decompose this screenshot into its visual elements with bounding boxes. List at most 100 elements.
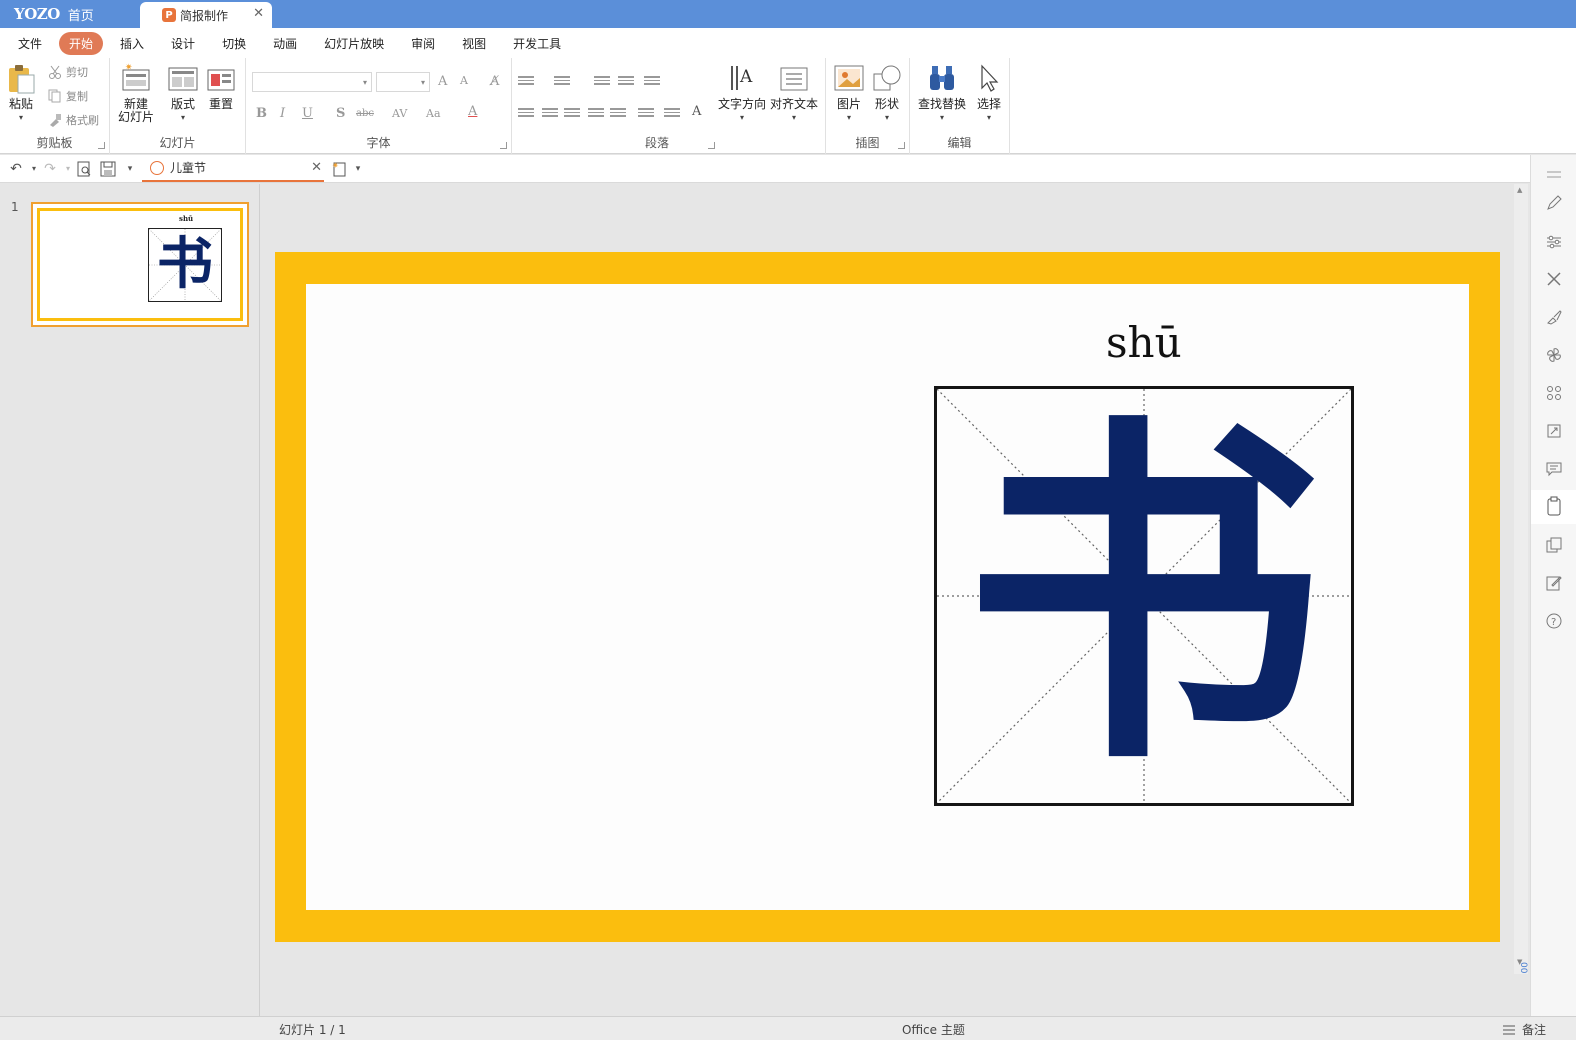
menu-view[interactable]: 视图 — [462, 33, 486, 54]
slide-thumbnail[interactable]: shū 书 — [31, 202, 249, 327]
copy-button[interactable]: 复制 — [48, 88, 88, 104]
char-spacing-button[interactable]: AV — [392, 107, 407, 120]
decrease-indent-icon[interactable] — [594, 76, 610, 88]
format-painter-button[interactable]: 格式刷 — [48, 112, 99, 128]
font-family-select[interactable]: ▾ — [252, 72, 372, 92]
shadow-button[interactable]: S — [336, 106, 345, 121]
columns-icon[interactable] — [638, 108, 654, 120]
underline-button[interactable]: U — [302, 106, 313, 121]
align-text-button[interactable]: 对齐文本 ▾ — [770, 62, 818, 124]
text-direction-button[interactable]: A 文字方向 ▾ — [718, 62, 766, 124]
select-label: 选择 — [976, 97, 1001, 111]
menu-design[interactable]: 设计 — [171, 33, 195, 54]
menu-developer[interactable]: 开发工具 — [513, 33, 561, 54]
close-icon[interactable]: ✕ — [253, 6, 264, 21]
layout-label: 版式 — [170, 97, 195, 111]
yozo-logo: YOZO — [14, 5, 60, 23]
italic-button[interactable]: I — [280, 106, 285, 121]
align-text-icon — [779, 62, 809, 94]
ribbon: 粘贴 ▾ 剪切 复制 格式刷 剪贴板 ✷ 新建 幻灯片 版式 ▾ 重置 幻灯片 … — [0, 58, 1576, 154]
text-effect-icon[interactable]: A — [692, 104, 701, 119]
binoculars-icon — [927, 62, 957, 94]
new-document-dropdown-icon[interactable]: ▾ — [350, 161, 366, 177]
clipboard-launcher-icon[interactable] — [98, 142, 105, 149]
slide[interactable]: shū 书 — [275, 252, 1500, 942]
distributed-icon[interactable] — [610, 108, 626, 120]
edit-icon[interactable] — [1546, 575, 1562, 591]
shape-button[interactable]: 形状 ▾ — [872, 62, 902, 124]
brush-icon[interactable] — [1546, 309, 1562, 325]
undo-icon[interactable]: ↶ — [8, 161, 24, 177]
align-center-icon[interactable] — [542, 108, 558, 120]
align-left-icon[interactable] — [518, 108, 534, 120]
crop-icon[interactable] — [1546, 423, 1562, 439]
font-color-button[interactable]: A — [468, 104, 477, 119]
menu-animations[interactable]: 动画 — [273, 33, 297, 54]
align-right-icon[interactable] — [564, 108, 580, 120]
new-slide-button[interactable]: ✷ 新建 幻灯片 — [118, 62, 154, 124]
line-spacing-icon[interactable] — [644, 76, 660, 88]
vertical-scrollbar[interactable]: ▲ ▼ — [1514, 184, 1528, 974]
strikethrough-button[interactable]: abc — [356, 108, 374, 119]
find-replace-button[interactable]: 查找替换 ▾ — [918, 62, 966, 124]
copy-icon[interactable] — [1546, 537, 1562, 553]
redo-dropdown-icon[interactable]: ▾ — [60, 161, 76, 177]
grid-icon[interactable] — [1546, 385, 1562, 401]
sliders-icon[interactable] — [1546, 234, 1562, 250]
font-size-select[interactable]: ▾ — [376, 72, 430, 92]
help-icon[interactable]: ? — [1546, 613, 1562, 629]
pinyin-text[interactable]: shū — [1106, 318, 1182, 367]
paste-button[interactable]: 粘贴 ▾ — [6, 62, 36, 124]
select-button[interactable]: 选择 ▾ — [974, 62, 1004, 124]
zoom-indicator[interactable]: 00 — [1514, 962, 1528, 973]
increase-indent-icon[interactable] — [618, 76, 634, 88]
pinwheel-icon[interactable] — [1546, 347, 1562, 363]
paragraph-launcher-icon[interactable] — [708, 142, 715, 149]
customize-toolbar-icon[interactable]: ▾ — [122, 161, 138, 177]
pencil-icon[interactable] — [1546, 195, 1562, 211]
numbering-icon[interactable] — [554, 76, 570, 88]
thumbnail-pinyin: shū — [179, 214, 194, 223]
notes-button[interactable]: 备注 — [1502, 1021, 1546, 1038]
clear-format-icon[interactable]: A̸ — [490, 74, 499, 89]
comment-icon[interactable] — [1546, 461, 1562, 477]
change-case-button[interactable]: Aa — [426, 107, 441, 120]
cut-button[interactable]: 剪切 — [48, 64, 88, 80]
scroll-up-icon[interactable]: ▲ — [1517, 186, 1522, 194]
text-box-icon[interactable] — [664, 108, 680, 120]
format-painter-label: 格式刷 — [66, 114, 99, 127]
bold-button[interactable]: B — [256, 106, 267, 121]
save-icon[interactable] — [100, 161, 116, 177]
font-group: ▾ ▾ A A A̸ B I U S abc AV Aa A 字体 — [246, 58, 512, 154]
doc-tab[interactable]: P 简报制作 ✕ — [140, 2, 272, 28]
reset-button[interactable]: 重置 — [206, 62, 236, 111]
presentation-file-icon — [150, 160, 164, 175]
bullets-icon[interactable] — [518, 76, 534, 88]
menu-transitions[interactable]: 切换 — [222, 33, 246, 54]
file-tab[interactable]: 儿童节 ✕ — [142, 155, 324, 182]
new-document-icon[interactable]: ✷ — [332, 161, 348, 177]
print-preview-icon[interactable] — [76, 161, 92, 177]
tools-icon[interactable] — [1546, 271, 1562, 287]
layout-button[interactable]: 版式 ▾ — [168, 62, 198, 124]
home-tab[interactable]: YOZO 首页 — [0, 0, 150, 28]
character-grid[interactable]: 书 — [934, 386, 1354, 806]
grow-font-button[interactable]: A — [438, 74, 447, 89]
scissors-icon — [48, 65, 62, 79]
collapse-icon[interactable] — [1546, 167, 1562, 183]
menu-insert[interactable]: 插入 — [120, 33, 144, 54]
menu-home[interactable]: 开始 — [59, 31, 104, 55]
justify-icon[interactable] — [588, 108, 604, 120]
menu-slideshow[interactable]: 幻灯片放映 — [324, 33, 384, 54]
theme-name: Office 主题 — [902, 1023, 965, 1037]
clipboard-panel-tab[interactable] — [1531, 490, 1576, 524]
illustrations-launcher-icon[interactable] — [898, 142, 905, 149]
picture-button[interactable]: 图片 ▾ — [834, 62, 864, 124]
menu-file[interactable]: 文件 — [18, 33, 42, 54]
redo-icon[interactable]: ↷ — [42, 161, 58, 177]
shrink-font-button[interactable]: A — [460, 74, 468, 87]
menu-review[interactable]: 审阅 — [411, 33, 435, 54]
close-icon[interactable]: ✕ — [311, 160, 322, 175]
font-launcher-icon[interactable] — [500, 142, 507, 149]
undo-dropdown-icon[interactable]: ▾ — [26, 161, 42, 177]
